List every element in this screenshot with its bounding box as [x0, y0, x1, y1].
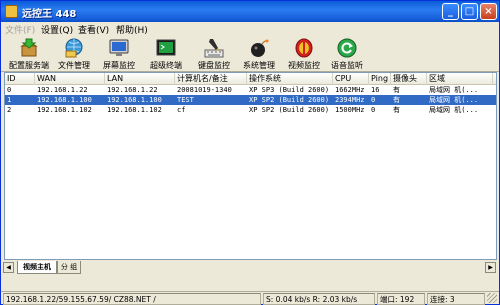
cell-region: 局域网 机(... — [429, 96, 479, 104]
pen-keyboard-icon — [204, 39, 224, 58]
menu-help[interactable]: 帮助(H) — [116, 23, 148, 36]
cell-camera: 有 — [393, 106, 400, 114]
host-list[interactable]: ID WAN LAN 计算机名/备注 操作系统 CPU Ping 摄像头 区域 … — [4, 72, 497, 260]
status-port: 端口: 192 — [377, 293, 425, 305]
terminal-button[interactable]: 超级终端 — [144, 37, 186, 71]
title-bar[interactable]: 远控王 448 _ □ × — [1, 1, 499, 22]
cell-wan: 192.168.1.102 — [37, 106, 92, 114]
cell-ping: 0 — [371, 96, 376, 104]
refresh-globe-icon — [337, 38, 357, 58]
list-header: ID WAN LAN 计算机名/备注 操作系统 CPU Ping 摄像头 区域 … — [5, 73, 496, 85]
cell-os: XP SP3 (Build 2600) — [249, 86, 330, 94]
tab-video-hosts[interactable]: 视频主机 — [17, 261, 57, 274]
cell-region: 局域网 机(... — [429, 106, 479, 114]
window-title: 远控王 448 — [22, 9, 77, 20]
cell-name: TEST — [177, 96, 194, 104]
table-row[interactable]: 2 192.168.1.102 192.168.1.102 cf XP SP2 … — [5, 105, 496, 115]
bomb-icon — [251, 39, 269, 57]
cell-id: 0 — [7, 86, 12, 94]
cell-wan: 192.168.1.22 — [37, 86, 88, 94]
cell-cpu: 2394MHz — [335, 96, 365, 104]
shield-icon — [295, 38, 313, 58]
column-header-name[interactable]: 计算机名/备注 — [175, 73, 247, 85]
status-connections: 连接: 3 — [427, 293, 485, 305]
config-server-button[interactable]: 配置服务端 — [7, 37, 49, 71]
status-speed: S: 0.04 kb/s R: 2.03 kb/s — [263, 293, 375, 305]
monitor-icon — [109, 39, 129, 56]
cell-lan: 192.168.1.102 — [107, 106, 162, 114]
tab-scroll-right-button[interactable]: ▶ — [485, 262, 496, 273]
main-window: 远控王 448 _ □ × 文件(F) 设置(Q) 查看(V) 帮助(H) 配置… — [0, 0, 500, 305]
terminal-label: 超级终端 — [150, 61, 182, 70]
package-icon — [20, 38, 38, 57]
column-header-cpu[interactable]: CPU — [333, 73, 369, 85]
close-button[interactable]: × — [480, 3, 497, 20]
minimize-button[interactable]: _ — [442, 3, 459, 20]
tab-scroll-left-button[interactable]: ◀ — [3, 262, 14, 273]
cell-name: 20081019-1340 — [177, 86, 232, 94]
column-header-extra[interactable]: | — [493, 73, 496, 85]
cell-camera: 有 — [393, 96, 400, 104]
column-header-id[interactable]: ID — [5, 73, 35, 85]
voice-listen-button[interactable]: 语音监听 — [325, 37, 367, 71]
folder-globe-icon — [65, 38, 83, 58]
app-icon — [5, 5, 18, 18]
menu-bar: 文件(F) 设置(Q) 查看(V) 帮助(H) — [1, 22, 499, 36]
cell-os: XP SP2 (Build 2600) — [249, 96, 330, 104]
cell-camera: 有 — [393, 86, 400, 94]
keyboard-monitor-button[interactable]: 键盘监控 — [192, 37, 234, 71]
column-header-region[interactable]: 区域 — [427, 73, 493, 85]
table-row[interactable]: 0 192.168.1.22 192.168.1.22 20081019-134… — [5, 85, 496, 95]
screen-monitor-label: 屏幕监控 — [103, 61, 135, 70]
menu-settings[interactable]: 设置(Q) — [41, 23, 73, 36]
cell-lan: 192.168.1.22 — [107, 86, 158, 94]
status-address: 192.168.1.22/59.155.67.59/ CZ88.NET / — [3, 293, 261, 305]
column-header-wan[interactable]: WAN — [35, 73, 105, 85]
maximize-button[interactable]: □ — [461, 3, 478, 20]
table-row-selected[interactable]: 1 192.168.1.100 192.168.1.100 TEST XP SP… — [5, 95, 496, 105]
menu-file[interactable]: 文件(F) — [5, 23, 35, 36]
file-manager-button[interactable]: 文件管理 — [52, 37, 94, 71]
column-header-ping[interactable]: Ping — [369, 73, 391, 85]
cell-id: 1 — [7, 96, 12, 104]
terminal-icon — [156, 39, 176, 56]
cell-region: 局域网 机(... — [429, 86, 479, 94]
cell-lan: 192.168.1.100 — [107, 96, 162, 104]
status-bar: 192.168.1.22/59.155.67.59/ CZ88.NET / S:… — [1, 291, 499, 305]
cell-os: XP SP2 (Build 2600) — [249, 106, 330, 114]
cell-cpu: 1662MHz — [335, 86, 365, 94]
toolbar: 配置服务端 文件管理 屏幕监控 超级终端 键盘监控 系统管理 视频监控 语音监听 — [1, 36, 499, 72]
voice-listen-label: 语音监听 — [331, 61, 363, 70]
tab-groups[interactable]: 分 组 — [57, 261, 81, 274]
cell-id: 2 — [7, 106, 12, 114]
resize-grip[interactable] — [487, 293, 497, 303]
cell-name: cf — [177, 106, 186, 114]
system-manager-button[interactable]: 系统管理 — [237, 37, 279, 71]
screen-monitor-button[interactable]: 屏幕监控 — [97, 37, 139, 71]
menu-view[interactable]: 查看(V) — [78, 23, 109, 36]
column-header-os[interactable]: 操作系统 — [247, 73, 333, 85]
column-header-lan[interactable]: LAN — [105, 73, 175, 85]
cell-ping: 0 — [371, 106, 376, 114]
column-header-camera[interactable]: 摄像头 — [391, 73, 427, 85]
video-monitor-button[interactable]: 视频监控 — [282, 37, 324, 71]
cell-wan: 192.168.1.100 — [37, 96, 92, 104]
bottom-tabs: ◀ 视频主机 分 组 ▶ — [1, 261, 499, 275]
cell-ping: 16 — [371, 86, 380, 94]
cell-cpu: 1500MHz — [335, 106, 365, 114]
